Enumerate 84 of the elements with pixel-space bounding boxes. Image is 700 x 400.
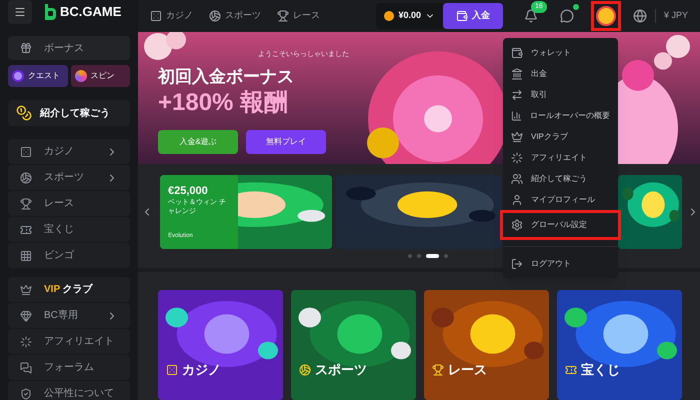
ball-icon (299, 364, 311, 376)
balance-selector[interactable]: ¥0.00 (376, 2, 443, 29)
menu-item[interactable]: グローバル設定 (500, 210, 621, 240)
category-title: スポーツ (315, 361, 367, 379)
trophy-icon (277, 10, 289, 22)
spin-button[interactable]: スピン (70, 65, 130, 87)
chat-icon (20, 362, 32, 374)
bank-icon (511, 68, 523, 80)
wallet-icon (456, 10, 468, 22)
currency-label[interactable]: ¥ JPY (654, 9, 688, 23)
menu-item[interactable]: ログアウト (503, 253, 618, 274)
menu-button[interactable] (8, 0, 32, 24)
dice-icon (166, 364, 178, 376)
menu-item[interactable]: 取引 (503, 84, 618, 105)
crown-icon (20, 284, 32, 296)
sidebar-item[interactable]: カジノ (8, 139, 130, 164)
bell-icon[interactable] (524, 8, 538, 23)
sidebar-item[interactable]: アフィリエイト (8, 329, 130, 354)
coins-icon (16, 105, 32, 121)
ball-icon (20, 172, 32, 184)
sidebar-item[interactable]: スポーツ (8, 165, 130, 190)
category-card[interactable]: 宝くじ (557, 290, 682, 400)
menu-item[interactable]: VIPクラブ (503, 126, 618, 147)
menu-item[interactable]: ロールオーバーの概要 (503, 105, 618, 126)
arrows-icon (511, 88, 523, 100)
logo-icon (44, 4, 56, 20)
vip-club-item[interactable]: VIP クラブ (8, 277, 130, 302)
nav-link[interactable]: カジノ (150, 9, 193, 23)
loader-icon (20, 336, 32, 348)
sidebar-item[interactable]: 公平性について (8, 381, 130, 400)
target-icon (12, 70, 24, 82)
trophy-icon (20, 198, 32, 210)
free-play-button[interactable]: 無料プレイ (246, 130, 326, 154)
gem-icon (20, 310, 32, 322)
quest-button[interactable]: クエスト (8, 65, 68, 87)
wallet-icon (511, 46, 523, 58)
menu-item[interactable]: 出金 (503, 63, 618, 84)
menu-item[interactable]: マイプロフィール (503, 189, 618, 210)
category-title: 宝くじ (581, 361, 620, 379)
ticket-icon (20, 224, 32, 236)
chart-icon (511, 110, 522, 122)
dice-icon (150, 10, 162, 22)
avatar-icon (596, 6, 616, 26)
shield-icon (20, 388, 32, 400)
category-card[interactable]: カジノ (158, 290, 283, 400)
ticket-icon (565, 364, 577, 376)
hero-title: 初回入金ボーナス (158, 66, 294, 88)
sidebar-item[interactable]: レース (8, 191, 130, 216)
logout-icon (511, 258, 523, 270)
category-card[interactable]: レース (424, 290, 549, 400)
chat-icon[interactable] (560, 8, 574, 23)
user-icon (511, 194, 523, 206)
deposit-button[interactable]: 入金 (442, 2, 503, 29)
crown-icon (511, 130, 523, 142)
trophy-icon (432, 364, 444, 376)
settings-icon (511, 219, 523, 231)
menu-item[interactable]: アフィリエイト (503, 147, 618, 168)
category-title: カジノ (182, 361, 221, 379)
promo-amount: €25,000 (168, 184, 209, 198)
nav-link[interactable]: レース (277, 9, 320, 23)
menu-item[interactable]: ウォレット (503, 42, 618, 63)
sidebar-item[interactable]: ビンゴ (8, 243, 130, 268)
bonus-item[interactable]: ボーナス (8, 36, 130, 60)
sidebar-item[interactable]: BC専用 (8, 303, 130, 328)
brand-name: BC.GAME (60, 3, 122, 22)
dice-icon (20, 146, 32, 158)
coin-icon (384, 10, 394, 21)
avatar-button[interactable] (590, 0, 621, 31)
wheel-icon (74, 70, 86, 82)
grid-icon (20, 250, 32, 262)
gift-icon (20, 42, 32, 54)
globe-icon[interactable] (632, 8, 647, 23)
sidebar-item[interactable]: フォーラム (8, 355, 130, 380)
ball-icon (209, 10, 221, 22)
bonus-text: +180% 報酬 (158, 88, 288, 118)
referral-item[interactable]: 紹介して稼ごう (8, 100, 130, 126)
category-title: レース (448, 361, 487, 379)
menu-icon (14, 6, 26, 18)
menu-item[interactable]: 紹介して稼ごう (503, 168, 618, 189)
sidebar-item[interactable]: 宝くじ (8, 217, 130, 242)
nav-link[interactable]: スポーツ (209, 9, 261, 23)
users-icon (511, 172, 523, 184)
loader-icon (511, 152, 523, 164)
category-card[interactable]: スポーツ (291, 290, 416, 400)
